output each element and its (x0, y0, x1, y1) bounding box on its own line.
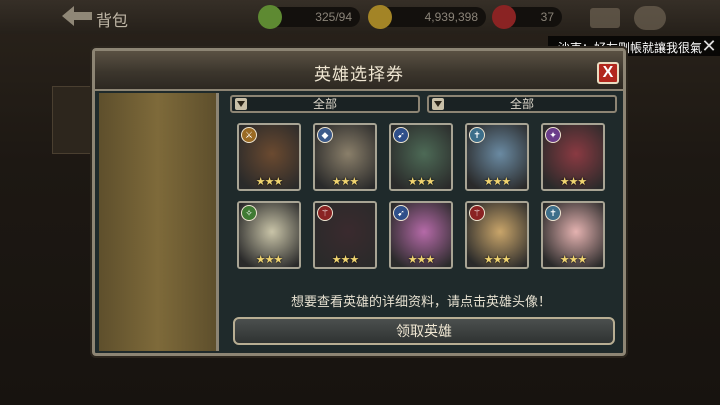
hero-card[interactable]: ◆ ★★★ (313, 123, 377, 191)
hero-card[interactable]: ✝ ★★★ (465, 123, 529, 191)
star-rating: ★★★ (255, 254, 284, 266)
star-rating: ★★★ (331, 176, 360, 188)
star-rating: ★★★ (559, 254, 588, 266)
staff-icon: ⚚ (317, 205, 333, 221)
dialog-title: 英雄选择券 (314, 65, 404, 84)
stamina-value: 325/94 (315, 10, 352, 24)
star-rating: ★★★ (407, 254, 436, 266)
hero-card[interactable]: ✝ ★★★ (541, 201, 605, 269)
hero-card[interactable]: ➹ ★★★ (389, 123, 453, 191)
hero-select-dialog: 英雄选择券 X 全部 全部 ⚔ ★★★ ◆ ★★★ ➹ ★★★ ✝ ★★★ ✦ ★★★ ✧ ★★★ ⚚ ★… (92, 48, 626, 356)
hero-card[interactable]: ✧ ★★★ (237, 201, 301, 269)
hero-card[interactable]: ⚚ ★★★ (313, 201, 377, 269)
star-rating: ★★★ (407, 176, 436, 188)
chat-bubble-icon[interactable] (634, 6, 666, 30)
filter-dropdown-1[interactable]: 全部 (230, 95, 420, 113)
coin-icon (368, 5, 392, 29)
leaf-icon: ✧ (241, 205, 257, 221)
chevron-down-icon (432, 98, 444, 110)
hint-text: 想要查看英雄的详细资料，请点击英雄头像！ (290, 294, 551, 309)
lightning-icon (258, 5, 282, 29)
dialog-header: 英雄选择券 X (95, 51, 623, 91)
cross-icon: ✝ (469, 127, 485, 143)
mail-icon[interactable] (590, 8, 620, 28)
close-button[interactable]: X (597, 62, 619, 84)
gem-value: 37 (540, 10, 554, 24)
back-arrow-icon[interactable] (60, 4, 94, 28)
gem-counter[interactable]: 37 (492, 5, 562, 29)
claim-hero-button[interactable]: 领取英雄 (233, 317, 615, 345)
hero-card[interactable]: ✦ ★★★ (541, 123, 605, 191)
staff-icon: ⚚ (469, 205, 485, 221)
hero-card[interactable]: ⚔ ★★★ (237, 123, 301, 191)
stamina-counter[interactable]: 325/94 (258, 5, 360, 29)
filter-label: 全部 (312, 97, 337, 111)
hero-preview-panel (99, 93, 219, 351)
star-rating: ★★★ (483, 254, 512, 266)
chevron-down-icon (235, 98, 247, 110)
star-rating: ★★★ (559, 176, 588, 188)
cross-icon: ✝ (545, 205, 561, 221)
hero-card[interactable]: ➹ ★★★ (389, 201, 453, 269)
star-rating: ★★★ (255, 176, 284, 188)
chat-close-icon[interactable]: ✕ (698, 36, 720, 56)
gold-counter[interactable]: 4,939,398 (368, 5, 486, 29)
hero-grid: ⚔ ★★★ ◆ ★★★ ➹ ★★★ ✝ ★★★ ✦ ★★★ ✧ ★★★ ⚚ ★★★ ➹ ★★★ ⚚ ★★★ ✝ ★★★ (237, 123, 617, 273)
magic-icon: ✦ (545, 127, 561, 143)
hero-card[interactable]: ⚚ ★★★ (465, 201, 529, 269)
gold-value: 4,939,398 (424, 10, 478, 24)
star-rating: ★★★ (483, 176, 512, 188)
filter-dropdown-2[interactable]: 全部 (427, 95, 617, 113)
page-title: 背包 (96, 13, 129, 30)
filter-label: 全部 (509, 97, 534, 111)
gem-icon (492, 5, 516, 29)
star-rating: ★★★ (331, 254, 360, 266)
gun-icon: ➹ (393, 127, 409, 143)
shield-icon: ◆ (317, 127, 333, 143)
sword-icon: ⚔ (241, 127, 257, 143)
gun-icon: ➹ (393, 205, 409, 221)
